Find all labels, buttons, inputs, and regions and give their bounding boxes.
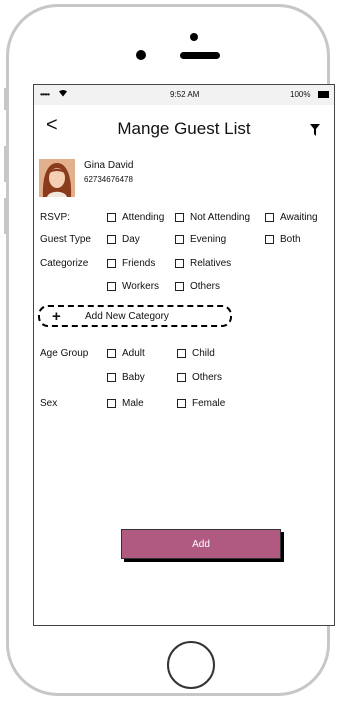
checkbox-label: Friends [122, 258, 156, 269]
status-bar: ••••• 9:52 AM 100% [34, 85, 334, 105]
rsvp-not-attending-checkbox[interactable]: Not Attending [175, 212, 250, 223]
page-title: Mange Guest List [117, 119, 251, 138]
checkbox-box[interactable] [107, 213, 116, 222]
checkbox-label: Child [192, 348, 215, 359]
checkbox-box[interactable] [177, 373, 186, 382]
sex-label: Sex [40, 398, 58, 409]
checkbox-box[interactable] [107, 399, 116, 408]
checkbox-label: Relatives [190, 258, 232, 269]
category-relatives-checkbox[interactable]: Relatives [175, 258, 231, 269]
sex-female-checkbox[interactable]: Female [177, 398, 225, 409]
category-workers-checkbox[interactable]: Workers [107, 281, 159, 292]
checkbox-box[interactable] [175, 235, 184, 244]
checkbox-label: Adult [122, 348, 145, 359]
home-button[interactable] [167, 641, 215, 689]
guest-name: Gina David [84, 160, 134, 171]
mute-switch [4, 88, 7, 110]
checkbox-label: Day [122, 234, 140, 245]
add-button[interactable]: Add [121, 529, 281, 559]
checkbox-label: Both [280, 234, 301, 245]
checkbox-box[interactable] [177, 349, 186, 358]
age-child-checkbox[interactable]: Child [177, 348, 215, 359]
status-time: 9:52 AM [170, 90, 200, 99]
checkbox-box[interactable] [175, 213, 184, 222]
age-group-label: Age Group [40, 348, 89, 359]
sex-male-checkbox[interactable]: Male [107, 398, 144, 409]
age-adult-checkbox[interactable]: Adult [107, 348, 145, 359]
volume-up-button [4, 146, 7, 182]
checkbox-box[interactable] [107, 282, 116, 291]
checkbox-box[interactable] [107, 373, 116, 382]
guest-type-label: Guest Type [40, 234, 91, 245]
categorize-label: Categorize [40, 258, 89, 269]
guest-type-evening-checkbox[interactable]: Evening [175, 234, 226, 245]
checkbox-label: Awaiting [280, 212, 318, 223]
checkbox-label: Workers [122, 281, 160, 292]
checkbox-label: Evening [190, 234, 227, 245]
checkbox-label: Others [190, 281, 221, 292]
battery-icon [318, 91, 329, 98]
age-others-checkbox[interactable]: Others [177, 372, 222, 383]
filter-icon[interactable] [310, 123, 320, 136]
add-category-button[interactable]: + Add New Category [38, 305, 232, 327]
guest-type-both-checkbox[interactable]: Both [265, 234, 301, 245]
checkbox-label: Baby [122, 372, 145, 383]
battery-percent: 100% [290, 90, 311, 99]
checkbox-box[interactable] [265, 213, 274, 222]
add-category-label: Add New Category [85, 311, 169, 322]
checkbox-label: Not Attending [190, 212, 251, 223]
checkbox-label: Attending [122, 212, 165, 223]
category-others-checkbox[interactable]: Others [175, 281, 220, 292]
rsvp-attending-checkbox[interactable]: Attending [107, 212, 164, 223]
checkbox-box[interactable] [107, 349, 116, 358]
guest-phone: 62734676478 [84, 175, 133, 184]
front-camera [136, 50, 146, 60]
age-baby-checkbox[interactable]: Baby [107, 372, 145, 383]
front-sensor [190, 33, 198, 41]
wifi-icon [58, 88, 68, 99]
checkbox-label: Others [192, 372, 223, 383]
rsvp-awaiting-checkbox[interactable]: Awaiting [265, 212, 318, 223]
app-screen: ••••• 9:52 AM 100% < Mange Guest List Gi… [33, 84, 335, 626]
checkbox-label: Male [122, 398, 144, 409]
volume-down-button [4, 198, 7, 234]
signal-icon: ••••• [40, 90, 50, 99]
checkbox-box[interactable] [177, 399, 186, 408]
guest-type-day-checkbox[interactable]: Day [107, 234, 140, 245]
checkbox-box[interactable] [175, 259, 184, 268]
plus-icon: + [52, 308, 61, 325]
checkbox-label: Female [192, 398, 226, 409]
earpiece-speaker [180, 52, 220, 59]
avatar [39, 159, 75, 197]
rsvp-label: RSVP: [40, 212, 71, 223]
category-friends-checkbox[interactable]: Friends [107, 258, 155, 269]
checkbox-box[interactable] [107, 235, 116, 244]
checkbox-box[interactable] [175, 282, 184, 291]
checkbox-box[interactable] [107, 259, 116, 268]
checkbox-box[interactable] [265, 235, 274, 244]
